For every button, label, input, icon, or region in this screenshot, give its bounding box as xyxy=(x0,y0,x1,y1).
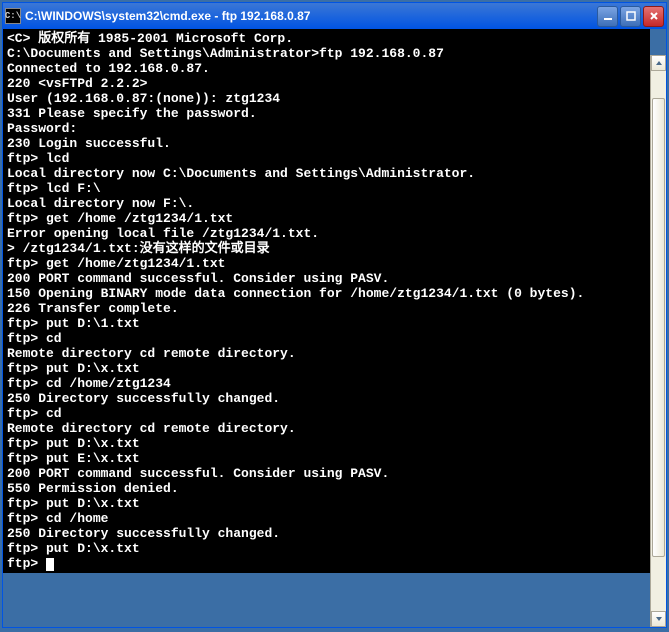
vertical-scrollbar[interactable] xyxy=(650,55,666,627)
terminal-line: ftp> put D:\x.txt xyxy=(7,436,646,451)
terminal-line: Error opening local file /ztg1234/1.txt. xyxy=(7,226,646,241)
terminal-line: <C> 版权所有 1985-2001 Microsoft Corp. xyxy=(7,31,646,46)
terminal-line: Connected to 192.168.0.87. xyxy=(7,61,646,76)
terminal-line: Remote directory cd remote directory. xyxy=(7,421,646,436)
cursor xyxy=(46,558,54,571)
terminal-line: Remote directory cd remote directory. xyxy=(7,346,646,361)
terminal-line: 331 Please specify the password. xyxy=(7,106,646,121)
window-controls xyxy=(597,6,664,27)
terminal-line: 250 Directory successfully changed. xyxy=(7,391,646,406)
terminal-line: ftp> cd xyxy=(7,331,646,346)
terminal-line: ftp> lcd xyxy=(7,151,646,166)
terminal-line: 200 PORT command successful. Consider us… xyxy=(7,271,646,286)
terminal-line: ftp> cd /home/ztg1234 xyxy=(7,376,646,391)
scroll-up-button[interactable] xyxy=(651,55,666,71)
terminal-line: 150 Opening BINARY mode data connection … xyxy=(7,286,646,301)
cmd-window: C:\ C:\WINDOWS\system32\cmd.exe - ftp 19… xyxy=(2,2,667,628)
terminal-line: Local directory now C:\Documents and Set… xyxy=(7,166,646,181)
terminal-line: 220 <vsFTPd 2.2.2> xyxy=(7,76,646,91)
terminal-line: ftp> cd /home xyxy=(7,511,646,526)
terminal-line: ftp> put D:\x.txt xyxy=(7,496,646,511)
terminal-line: 250 Directory successfully changed. xyxy=(7,526,646,541)
terminal-line: 550 Permission denied. xyxy=(7,481,646,496)
terminal-line: ftp> get /home /ztg1234/1.txt xyxy=(7,211,646,226)
terminal-line: 200 PORT command successful. Consider us… xyxy=(7,466,646,481)
terminal-line: ftp> put D:\x.txt xyxy=(7,541,646,556)
window-title: C:\WINDOWS\system32\cmd.exe - ftp 192.16… xyxy=(25,9,597,23)
terminal-line: ftp> lcd F:\ xyxy=(7,181,646,196)
terminal-line: User (192.168.0.87:(none)): ztg1234 xyxy=(7,91,646,106)
scrollbar-track[interactable] xyxy=(651,71,666,611)
terminal-line: 230 Login successful. xyxy=(7,136,646,151)
terminal-line: ftp> cd xyxy=(7,406,646,421)
terminal-line: > /ztg1234/1.txt:没有这样的文件或目录 xyxy=(7,241,646,256)
terminal-line: Password: xyxy=(7,121,646,136)
maximize-button[interactable] xyxy=(620,6,641,27)
titlebar[interactable]: C:\ C:\WINDOWS\system32\cmd.exe - ftp 19… xyxy=(3,3,666,29)
terminal-line: ftp> put D:\x.txt xyxy=(7,361,646,376)
close-button[interactable] xyxy=(643,6,664,27)
scrollbar-thumb[interactable] xyxy=(652,98,665,557)
app-icon: C:\ xyxy=(5,8,21,24)
terminal-output[interactable]: <C> 版权所有 1985-2001 Microsoft Corp.C:\Doc… xyxy=(3,29,650,573)
terminal-line: C:\Documents and Settings\Administrator>… xyxy=(7,46,646,61)
content-area: <C> 版权所有 1985-2001 Microsoft Corp.C:\Doc… xyxy=(3,29,666,627)
terminal-line: ftp> get /home/ztg1234/1.txt xyxy=(7,256,646,271)
terminal-line: ftp> xyxy=(7,556,646,571)
terminal-line: Local directory now F:\. xyxy=(7,196,646,211)
scroll-down-button[interactable] xyxy=(651,611,666,627)
terminal-line: 226 Transfer complete. xyxy=(7,301,646,316)
minimize-button[interactable] xyxy=(597,6,618,27)
terminal-line: ftp> put D:\1.txt xyxy=(7,316,646,331)
terminal-line: ftp> put E:\x.txt xyxy=(7,451,646,466)
